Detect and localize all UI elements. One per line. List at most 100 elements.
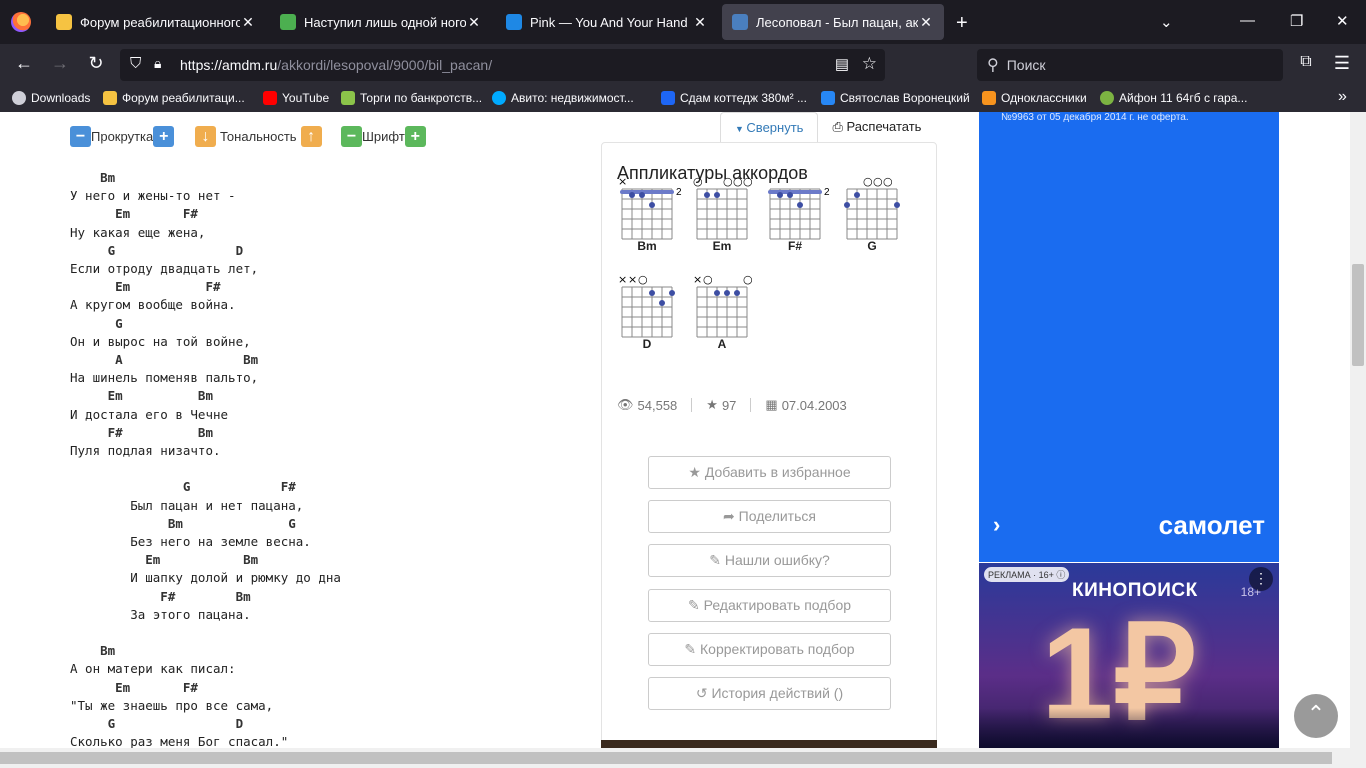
lyric-line: У него и жены-то нет -: [70, 188, 236, 204]
more-bookmarks-chevron-icon[interactable]: »: [1338, 88, 1347, 106]
firefox-icon[interactable]: [11, 12, 31, 32]
lyric-line: А он матери как писал:: [70, 661, 236, 677]
lyric-line: Ну какая еще жена,: [70, 224, 206, 240]
search-input[interactable]: ⚲ Поиск: [977, 49, 1283, 81]
chords-panel: Аппликатуры аккордов 2 × Bm ○ ○ ○ ○ Em 2 F# ○ ○ ○ G × ×…: [601, 142, 937, 768]
menu-icon[interactable]: ☰: [1330, 53, 1354, 74]
bookmark-item[interactable]: Торги по банкротств...: [341, 91, 482, 105]
print-tab[interactable]: ⎙ Распечатать: [818, 112, 935, 142]
lyric-line: Был пацан и нет пацана,: [70, 497, 304, 513]
add-favorite-button[interactable]: ★ Добавить в избранное: [648, 456, 891, 489]
bookmark-label: Сдам коттедж 380м² ...: [680, 91, 807, 105]
tab-forum[interactable]: Форум реабилитационного це ✕: [46, 4, 266, 40]
bookmark-item[interactable]: Сдам коттедж 380м² ...: [661, 91, 807, 105]
close-icon[interactable]: ✕: [466, 14, 482, 31]
chord-line: G D: [70, 716, 244, 732]
bookmark-star-icon[interactable]: ☆: [862, 54, 877, 74]
reader-view-icon[interactable]: ▤: [835, 55, 849, 73]
close-icon[interactable]: ✕: [692, 14, 708, 31]
scroll-label: Прокрутка: [91, 128, 154, 144]
bookmark-label: Одноклассники: [1001, 91, 1087, 105]
tab-bar: Форум реабилитационного це ✕ Наступил ли…: [0, 0, 1366, 44]
lock-icon[interactable]: 🔒︎: [154, 55, 161, 72]
extensions-icon[interactable]: ⧉: [1294, 53, 1318, 71]
history-icon: ↺: [695, 685, 708, 701]
kinopoisk-ad[interactable]: 1₽ РЕКЛАМА · 16+ ⓘ КИНОПОИСК 18+ ⋮: [979, 563, 1279, 768]
bookmark-item[interactable]: Айфон 11 64гб с гара...: [1100, 91, 1247, 105]
button-label: Поделиться: [738, 508, 816, 524]
url-bar[interactable]: ⛉ 🔒︎ https://amdm.ru/akkordi/lesopoval/9…: [120, 49, 885, 81]
lyric-line: А кругом вообще война.: [70, 297, 236, 313]
bookmark-item[interactable]: Форум реабилитаци...: [103, 91, 245, 105]
chord-diagram[interactable]: ○ ○ ○ ○ Em: [692, 175, 753, 255]
shop-icon: [1100, 91, 1114, 105]
star-icon: ★: [706, 397, 718, 412]
history-button[interactable]: ↺ История действий (): [648, 677, 891, 710]
chord-line: Em Bm: [70, 388, 213, 404]
open-string-icon: ○: [638, 273, 648, 286]
scrollbar-thumb[interactable]: [0, 752, 1332, 764]
collapse-label: Свернуть: [746, 120, 804, 135]
tab-lesopoval[interactable]: Лесоповал - Был пацан, аккор ✕: [722, 4, 944, 40]
reload-icon[interactable]: ↻: [84, 53, 108, 74]
finger-dot: [894, 202, 900, 208]
minimize-button[interactable]: —: [1240, 12, 1255, 29]
bookmark-item[interactable]: Святослав Воронецкий: [821, 91, 970, 105]
collapse-tab[interactable]: ▼ Свернуть: [720, 112, 819, 142]
bookmark-item[interactable]: Downloads: [12, 91, 90, 105]
font-minus-button[interactable]: −: [341, 125, 362, 147]
scrollbar-thumb[interactable]: [1352, 264, 1364, 366]
chord-diagram[interactable]: × ○ ○ A: [692, 273, 753, 353]
views-count: 54,558: [637, 397, 678, 413]
tab-pink[interactable]: Pink — You And Your Hand ✕: [496, 4, 718, 40]
printer-icon: ⎙: [832, 119, 847, 134]
horizontal-scrollbar[interactable]: [0, 748, 1350, 768]
scroll-plus-button[interactable]: +: [153, 125, 175, 147]
list-tabs-chevron-icon[interactable]: ⌄: [1160, 13, 1173, 31]
share-button[interactable]: ➦ Поделиться: [648, 500, 891, 533]
finger-dot: [714, 192, 720, 198]
eye-icon: 👁︎: [617, 397, 634, 412]
chord-diagram[interactable]: 2 × Bm: [617, 175, 682, 255]
tab-nastupil[interactable]: Наступил лишь одной ногой, ✕: [270, 4, 492, 40]
lyric-line: И шапку долой и рюмку до дна: [70, 570, 341, 586]
chord-diagram[interactable]: ○ ○ ○ G: [842, 175, 902, 255]
close-window-button[interactable]: ✕: [1336, 12, 1349, 30]
key-up-button[interactable]: ↑: [300, 125, 322, 147]
font-plus-button[interactable]: +: [404, 125, 426, 147]
close-icon[interactable]: ✕: [240, 14, 256, 31]
bookmark-item[interactable]: Авито: недвижимост...: [492, 91, 634, 105]
vertical-scrollbar[interactable]: [1350, 112, 1366, 768]
chord-name: F#: [787, 239, 802, 253]
correct-selection-button[interactable]: ✎ Корректировать подбор: [648, 633, 891, 666]
forward-arrow-icon[interactable]: →: [48, 53, 72, 74]
chord-line: G: [70, 315, 123, 331]
search-icon: ⚲: [987, 57, 999, 74]
open-string-icon: ○: [873, 175, 883, 188]
chord-diagram[interactable]: × × ○ D: [617, 273, 677, 353]
bookmark-item[interactable]: YouTube: [263, 91, 329, 105]
chord-line: F# Bm: [70, 588, 251, 604]
shield-icon[interactable]: ⛉: [130, 55, 141, 72]
chord-diagram[interactable]: 2 F#: [765, 175, 830, 255]
back-arrow-icon[interactable]: ←: [12, 53, 36, 74]
fret-number: 2: [824, 187, 830, 198]
restore-button[interactable]: ❐: [1290, 12, 1303, 30]
chord-line: Em Bm: [70, 552, 259, 568]
ad-menu-icon[interactable]: ⋮: [1249, 567, 1273, 591]
tab-title: Pink — You And Your Hand: [530, 14, 688, 30]
close-icon[interactable]: ✕: [918, 14, 934, 31]
bookmark-item[interactable]: Одноклассники: [982, 91, 1087, 105]
lyric-line: Если отроду двадцать лет,: [70, 261, 259, 277]
chord-grid: ○ ○ ○ ○: [693, 175, 753, 240]
samolet-ad[interactable]: №9963 от 05 декабря 2014 г. не оферта. ›…: [979, 112, 1279, 562]
report-error-button[interactable]: ✎ Нашли ошибку?: [648, 544, 891, 577]
chord-line: A Bm: [70, 352, 259, 368]
new-tab-button[interactable]: +: [956, 12, 968, 35]
scroll-minus-button[interactable]: −: [70, 125, 91, 147]
edit-selection-button[interactable]: ✎ Редактировать подбор: [648, 589, 891, 622]
url-text[interactable]: https://amdm.ru/akkordi/lesopoval/9000/b…: [180, 57, 492, 73]
key-down-button[interactable]: ↓: [195, 125, 216, 147]
scroll-to-top-button[interactable]: ⌃: [1294, 694, 1338, 738]
song-lyrics: Bm У него и жены-то нет - Em F# Ну какая е…: [70, 169, 341, 752]
